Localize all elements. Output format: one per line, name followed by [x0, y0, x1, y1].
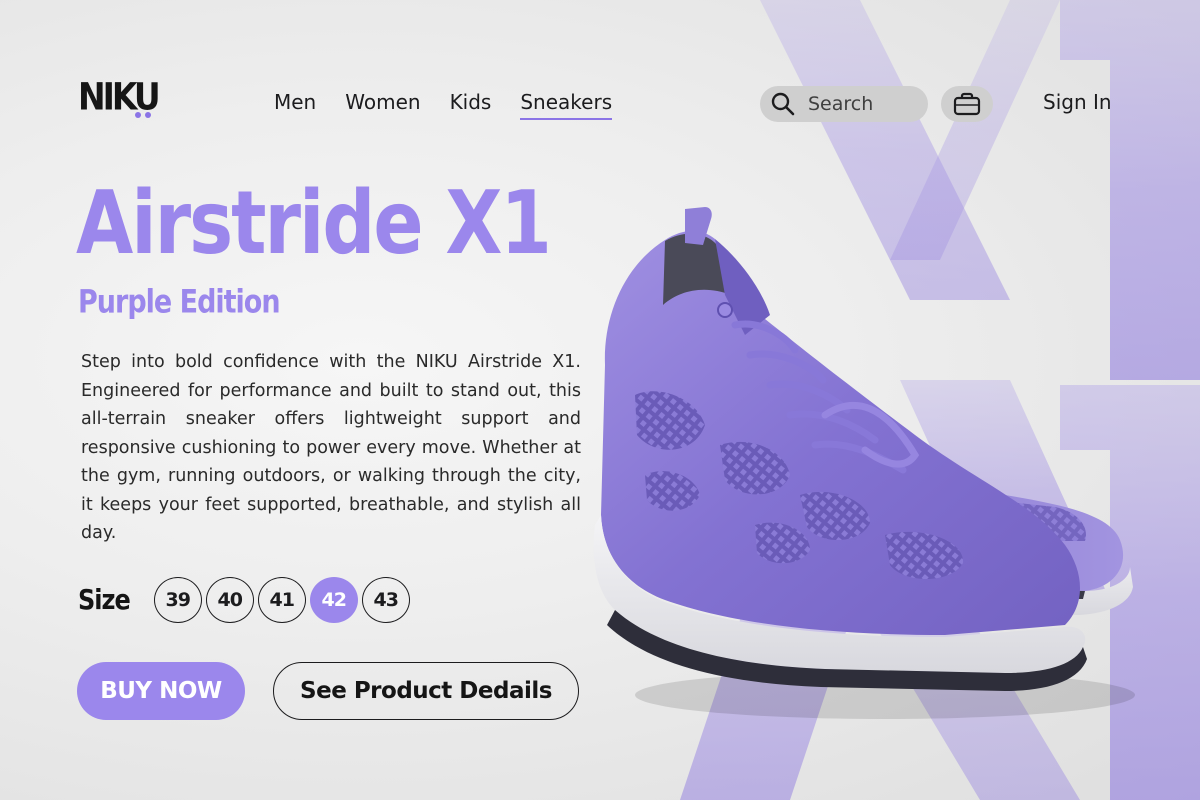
size-label: Size [78, 583, 131, 617]
size-option-40[interactable]: 40 [205, 577, 254, 623]
search-box[interactable] [760, 86, 928, 122]
product-edition: Purple Edition [78, 283, 281, 321]
size-options: 39 40 41 42 43 [153, 577, 410, 623]
search-input[interactable] [808, 93, 918, 115]
buy-now-button[interactable]: BUY NOW [77, 662, 245, 720]
nav-item-men[interactable]: Men [274, 90, 316, 118]
hero-page: NIKU Men Women Kids Sneakers Sign In Air… [0, 0, 1200, 800]
product-description: Step into bold confidence with the NIKU … [81, 352, 581, 543]
size-option-43[interactable]: 43 [361, 577, 410, 623]
nav-item-kids[interactable]: Kids [450, 90, 492, 118]
product-details-button[interactable]: See Product Dedails [273, 662, 579, 720]
size-option-41[interactable]: 41 [257, 577, 306, 623]
logo-dots [135, 112, 151, 118]
size-option-39[interactable]: 39 [153, 577, 202, 623]
sneaker-image [593, 207, 1135, 719]
size-option-42[interactable]: 42 [309, 577, 358, 623]
main-nav: Men Women Kids Sneakers [274, 90, 612, 120]
nav-item-sneakers[interactable]: Sneakers [520, 90, 612, 120]
brand-logo[interactable]: NIKU [78, 74, 161, 122]
signin-link[interactable]: Sign In [1043, 90, 1112, 114]
search-icon [771, 92, 795, 116]
shopping-bag-icon [953, 92, 981, 116]
cart-button[interactable] [941, 86, 993, 122]
logo-wordmark: NIKU [78, 74, 161, 119]
product-title: Airstride X1 [76, 172, 552, 275]
size-selector: Size 39 40 41 42 43 [78, 577, 410, 623]
nav-item-women[interactable]: Women [345, 90, 420, 118]
